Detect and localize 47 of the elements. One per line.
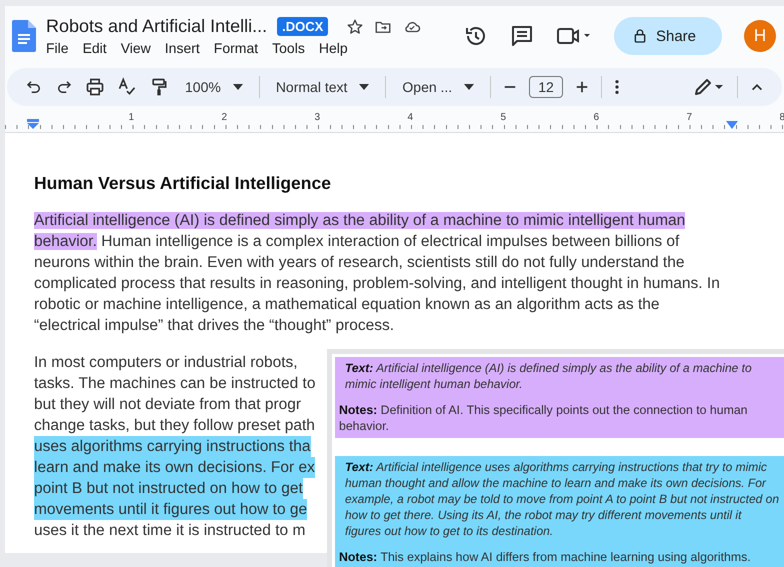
ruler-number: 1 <box>128 112 134 123</box>
comment-notes: Notes: This explains how AI differs from machine learning using algorithms. <box>339 549 752 565</box>
comment-notes: Notes: Definition of AI. This specifically points out the connection to human behavior. <box>339 402 749 434</box>
share-button[interactable]: Share <box>614 17 722 55</box>
menu-item[interactable]: Edit <box>82 40 107 56</box>
font-dropdown[interactable]: Open ... <box>398 79 478 95</box>
style-dropdown[interactable]: Normal text <box>272 79 374 95</box>
ruler-number: 5 <box>500 112 506 123</box>
right-indent-marker-icon[interactable] <box>726 121 738 129</box>
star-icon[interactable] <box>346 18 364 36</box>
menu-item[interactable]: Insert <box>164 40 200 56</box>
text-line: but they will not deviate from that progr <box>34 395 302 415</box>
text-line: tasks. The machines can be instructed to <box>34 374 316 394</box>
menu-item[interactable]: Format <box>214 40 258 56</box>
ruler-number: 4 <box>407 112 413 123</box>
docs-logo-icon[interactable] <box>12 20 36 52</box>
menu-item[interactable]: Help <box>318 40 348 56</box>
font-size-field[interactable]: 12 <box>529 76 563 98</box>
menu-item[interactable]: View <box>120 40 151 56</box>
lock-icon <box>632 28 648 44</box>
plus-icon[interactable] <box>574 80 589 94</box>
comment-text: Text: Artificial intelligence (AI) is defined simply as the ability of a machine to mimic intelligent human behavior. <box>345 360 753 392</box>
paragraph: Artificial intelligence (AI) is defined simply as the ability of a machine to mimic intelligent human behavior. Human intelligence is a complex interaction of electrical impulses between billions of neurons within the brain. Even with years of research, scientists still do not fully understand the complicated process that results in reasoning, problem-solving, and intelligent thought in humans. In robotic or machine intelligence, a mathematical equation known as an algorithm acts as the “electrical impulse” that drives the “thought” process. <box>34 211 721 336</box>
print-icon[interactable] <box>85 77 105 97</box>
spellcheck-icon[interactable] <box>117 77 137 97</box>
caret-icon <box>232 84 243 90</box>
zoom-dropdown[interactable]: 100% <box>181 79 247 95</box>
menu-item[interactable]: File <box>46 40 69 56</box>
more-icon[interactable] <box>614 79 620 95</box>
comment-text: Text: Artificial intelligence uses algorithms carrying instructions that try to mimic human thought and allow the machine to learn and make its own decisions. For example, a robot may be told to move from point A to point B but not instructed on how to get there. Using its AI, the robot may try different movements until it figures out how to get to its destination. <box>345 459 780 539</box>
comment-icon[interactable] <box>510 24 534 48</box>
ruler-number: 6 <box>593 112 599 123</box>
history-icon[interactable] <box>464 24 488 48</box>
file-type-badge: .DOCX <box>277 17 328 36</box>
text-line: uses it the next time it is instructed to m <box>34 521 306 541</box>
caret-icon <box>464 84 474 90</box>
menu-item[interactable]: Tools <box>272 40 305 56</box>
caret-icon <box>359 84 370 90</box>
text-line: change tasks, but they follow preset path <box>34 416 315 436</box>
heading: Human Versus Artificial Intelligence <box>34 173 332 194</box>
text-line: In most computers or industrial robots, <box>34 353 298 373</box>
ruler-number: 2 <box>221 112 227 123</box>
indent-marker-icon[interactable] <box>27 119 39 129</box>
ruler-number: 3 <box>314 112 320 123</box>
document-title[interactable]: Robots and Artificial Intelli... <box>46 16 268 37</box>
pencil-icon[interactable] <box>693 77 725 97</box>
ruler-number: 7 <box>686 112 692 123</box>
